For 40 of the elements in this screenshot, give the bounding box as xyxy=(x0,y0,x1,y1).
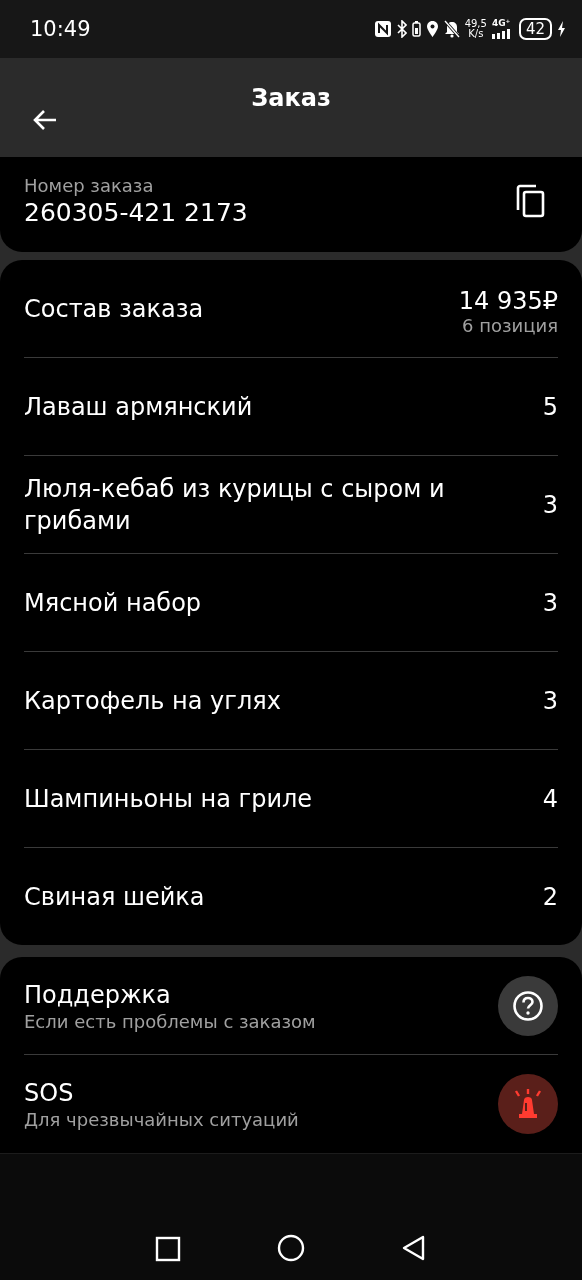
network-type: 4G⁺ xyxy=(491,19,511,28)
order-title: Состав заказа xyxy=(24,293,204,325)
copy-button[interactable] xyxy=(514,183,546,218)
location-icon xyxy=(425,20,439,38)
battery-indicator: 42 xyxy=(518,18,552,40)
item-name: Свиная шейка xyxy=(24,881,206,913)
order-number-label: Номер заказа xyxy=(24,174,155,196)
bluetooth-icon xyxy=(396,20,407,38)
item-name: Шампиньоны на гриле xyxy=(24,783,314,815)
nfc-icon xyxy=(373,20,392,38)
speed-unit: K/s xyxy=(468,29,484,39)
back-nav-button[interactable] xyxy=(401,1234,427,1262)
screen-title: Заказ xyxy=(250,84,332,112)
help-title: Поддержка xyxy=(24,980,172,1011)
help-title: SOS xyxy=(24,1078,75,1109)
recents-button[interactable] xyxy=(155,1236,181,1262)
question-icon xyxy=(512,989,544,1022)
item-quantity: 3 xyxy=(541,489,558,521)
battery-saver-icon xyxy=(411,20,421,38)
help-subtitle: Для чрезвычайных ситуаций xyxy=(24,1109,299,1130)
item-quantity: 2 xyxy=(541,881,558,913)
back-button[interactable] xyxy=(32,108,58,131)
siren-icon xyxy=(512,1087,544,1120)
help-subtitle: Если есть проблемы с заказом xyxy=(24,1011,316,1032)
item-quantity: 3 xyxy=(541,587,558,619)
home-button[interactable] xyxy=(277,1234,305,1262)
item-name: Люля-кебаб из курицы с сыром и грибами xyxy=(24,473,446,537)
item-name: Картофель на углях xyxy=(24,685,282,717)
item-name: Лаваш армянский xyxy=(24,391,254,423)
bell-off-icon xyxy=(443,20,460,38)
item-quantity: 5 xyxy=(541,391,558,423)
item-count: 6 позиция xyxy=(462,315,558,336)
order-number: 260305-421 2173 xyxy=(24,197,248,227)
status-time: 10:49 xyxy=(30,17,91,41)
network-speed: 49,5 xyxy=(464,19,487,29)
order-total: 14 935₽ xyxy=(458,287,558,315)
item-name: Мясной набор xyxy=(24,587,203,619)
item-quantity: 3 xyxy=(541,685,558,717)
charging-icon xyxy=(557,20,566,38)
item-quantity: 4 xyxy=(541,783,558,815)
